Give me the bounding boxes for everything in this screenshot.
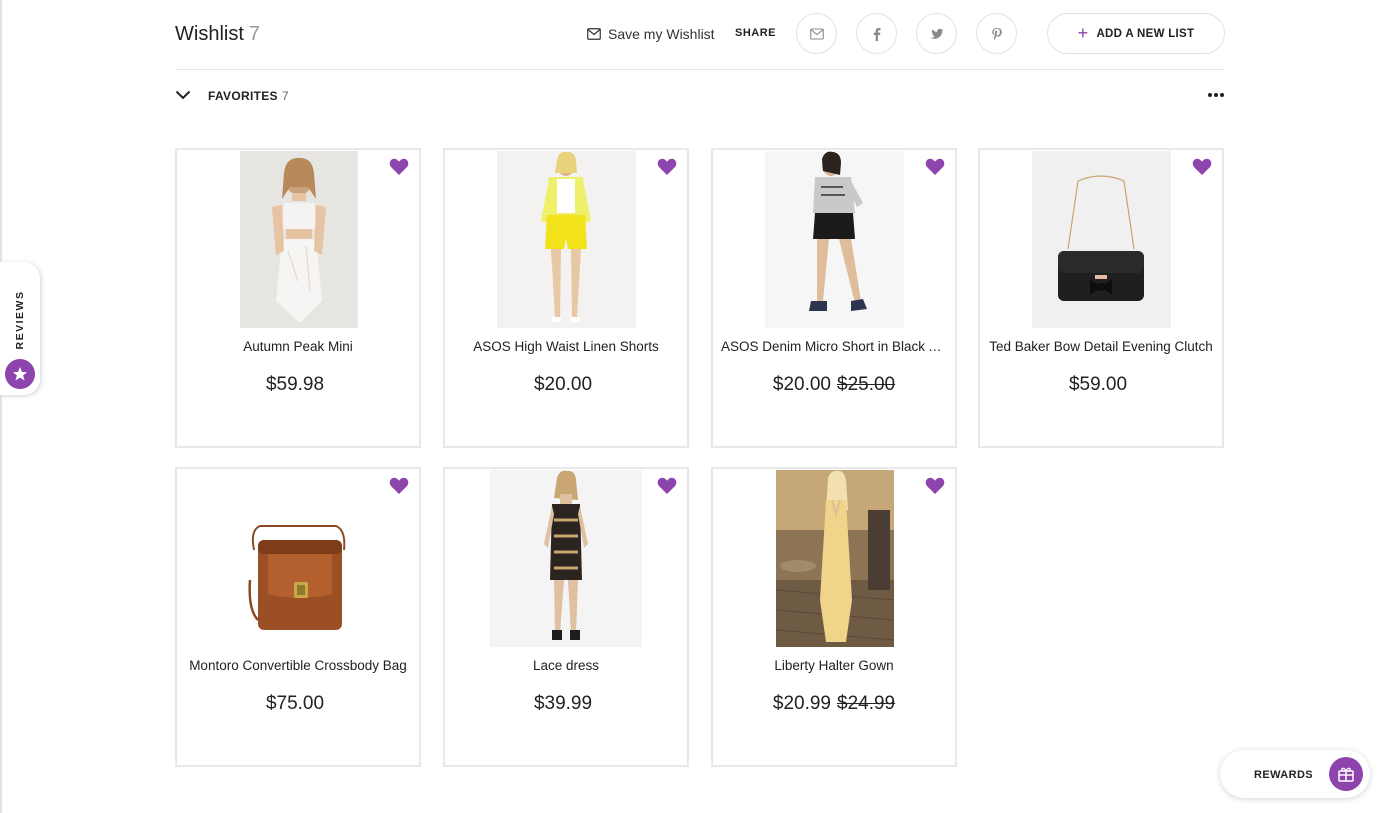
product-price-row: $39.99 — [445, 693, 687, 715]
product-price: $20.00 — [772, 374, 831, 395]
share-label: SHARE — [735, 27, 777, 39]
product-image[interactable] — [240, 470, 358, 647]
heart-icon[interactable] — [389, 477, 409, 495]
product-price: $59.98 — [265, 374, 325, 395]
wishlist-count: 7 — [248, 23, 261, 45]
add-new-list-button[interactable]: + ADD A NEW LIST — [1047, 13, 1225, 54]
product-price-row: $59.00 — [980, 374, 1222, 396]
heart-icon[interactable] — [925, 477, 945, 495]
page-title: Wishlist 7 — [175, 23, 260, 46]
gift-icon — [1338, 767, 1354, 782]
product-name[interactable]: Ted Baker Bow Detail Evening Clutch — [988, 339, 1214, 354]
favorites-label-text: FAVORITES — [208, 89, 278, 103]
wishlist-header: Wishlist 7 Save my Wishlist SHARE + ADD A… — [175, 12, 1225, 70]
product-price-row: $20.99 $24.99 — [713, 693, 955, 715]
product-image[interactable] — [765, 151, 904, 328]
product-name[interactable]: Autumn Peak Mini — [185, 339, 411, 354]
product-price-row: $59.98 — [177, 374, 419, 396]
favorites-count: 7 — [281, 89, 289, 103]
heart-icon[interactable] — [925, 158, 945, 176]
envelope-icon — [587, 28, 601, 40]
reviews-tab-label: REVIEWS — [14, 290, 26, 350]
product-price-row: $75.00 — [177, 693, 419, 715]
add-new-list-label: ADD A NEW LIST — [1096, 27, 1195, 40]
rewards-label: REWARDS — [1254, 769, 1314, 781]
heart-icon[interactable] — [389, 158, 409, 176]
reviews-star-button[interactable] — [5, 359, 35, 389]
chevron-down-icon[interactable] — [175, 89, 191, 101]
product-old-price: $24.99 — [837, 693, 896, 714]
product-card[interactable]: Autumn Peak Mini $59.98 — [175, 148, 421, 448]
save-wishlist-link[interactable]: Save my Wishlist — [587, 26, 715, 42]
product-price: $20.00 — [533, 374, 593, 395]
save-wishlist-label: Save my Wishlist — [608, 26, 715, 42]
product-price: $39.99 — [533, 693, 593, 714]
product-image[interactable] — [497, 151, 636, 328]
product-card[interactable]: ASOS High Waist Linen Shorts $20.00 — [443, 148, 689, 448]
favorites-list-header: FAVORITES 7 — [175, 84, 1225, 108]
product-image[interactable] — [1032, 151, 1171, 328]
product-price: $75.00 — [265, 693, 325, 714]
product-card[interactable]: Ted Baker Bow Detail Evening Clutch $59.… — [978, 148, 1224, 448]
share-facebook-button[interactable] — [856, 13, 897, 54]
product-card[interactable]: ASOS Denim Micro Short in Black A... $20… — [711, 148, 957, 448]
product-card[interactable]: Lace dress $39.99 — [443, 467, 689, 767]
product-card[interactable]: Liberty Halter Gown $20.99 $24.99 — [711, 467, 957, 767]
product-old-price: $25.00 — [837, 374, 896, 395]
star-icon — [12, 367, 28, 381]
product-image[interactable] — [776, 470, 894, 647]
product-price: $59.00 — [1068, 374, 1128, 395]
plus-icon: + — [1077, 22, 1089, 43]
rewards-gift-button[interactable] — [1329, 757, 1363, 791]
product-name[interactable]: ASOS Denim Micro Short in Black A... — [721, 339, 947, 354]
heart-icon[interactable] — [657, 477, 677, 495]
heart-icon[interactable] — [657, 158, 677, 176]
product-name[interactable]: Montoro Convertible Crossbody Bag — [185, 658, 411, 673]
product-name[interactable]: ASOS High Waist Linen Shorts — [453, 339, 679, 354]
product-name[interactable]: Lace dress — [453, 658, 679, 673]
product-name[interactable]: Liberty Halter Gown — [721, 658, 947, 673]
product-price-row: $20.00 — [445, 374, 687, 396]
twitter-icon — [930, 28, 943, 39]
page-title-text: Wishlist — [175, 23, 244, 45]
favorites-label[interactable]: FAVORITES 7 — [208, 89, 289, 103]
facebook-icon — [873, 27, 880, 41]
share-twitter-button[interactable] — [916, 13, 957, 54]
product-image[interactable] — [240, 151, 358, 328]
pinterest-icon — [991, 27, 1002, 40]
reviews-side-tab[interactable]: REVIEWS — [0, 262, 40, 395]
email-icon — [809, 27, 824, 40]
page-left-edge — [0, 0, 2, 813]
product-price: $20.99 — [772, 693, 831, 714]
share-pinterest-button[interactable] — [976, 13, 1017, 54]
product-price-row: $20.00 $25.00 — [713, 374, 955, 396]
more-options-icon[interactable] — [1207, 88, 1225, 102]
product-card[interactable]: Montoro Convertible Crossbody Bag $75.00 — [175, 467, 421, 767]
heart-icon[interactable] — [1192, 158, 1212, 176]
rewards-launcher[interactable]: REWARDS — [1220, 750, 1370, 798]
product-image[interactable] — [490, 470, 642, 647]
share-email-button[interactable] — [796, 13, 837, 54]
